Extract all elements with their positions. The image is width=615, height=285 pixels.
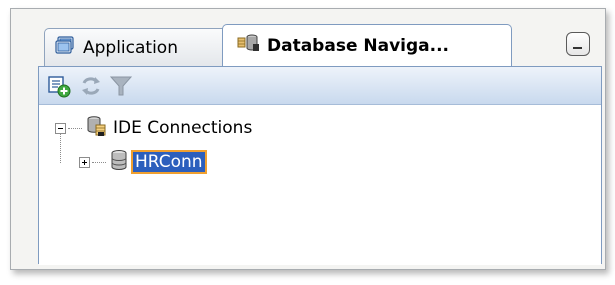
screenshot-stage: Application Database Naviga... IDE Conne…	[0, 0, 615, 285]
tree-connector	[68, 127, 82, 129]
tab-application-label: Application	[83, 37, 178, 58]
tab-database-navigator[interactable]: Database Naviga...	[222, 24, 512, 66]
database-navigator-panel: IDE Connections HRConn	[38, 66, 602, 265]
tab-database-navigator-label: Database Naviga...	[267, 35, 450, 56]
filter-button[interactable]	[109, 74, 133, 98]
tab-strip: Application Database Naviga...	[26, 24, 598, 66]
tree-connector	[92, 161, 106, 163]
collapse-toggle-icon[interactable]	[55, 122, 66, 134]
database-navigator-icon	[237, 33, 261, 58]
filter-icon	[109, 76, 133, 96]
new-connection-button[interactable]	[47, 74, 71, 98]
refresh-icon	[82, 77, 100, 95]
connections-tree: IDE Connections HRConn	[39, 105, 601, 265]
tree-label-ide-connections: IDE Connections	[113, 118, 253, 138]
application-icon	[55, 35, 77, 60]
minimize-button[interactable]	[566, 32, 590, 56]
tree-row-hrconn[interactable]: HRConn	[79, 149, 207, 176]
expand-toggle-icon[interactable]	[79, 156, 90, 168]
ide-connections-icon	[85, 115, 107, 142]
database-cylinder-icon	[109, 149, 129, 176]
refresh-button[interactable]	[79, 74, 103, 98]
tree-row-ide-connections[interactable]: IDE Connections	[55, 115, 252, 141]
new-connection-icon	[48, 76, 71, 98]
tree-label-hrconn: HRConn	[131, 150, 207, 174]
tab-application[interactable]: Application	[44, 28, 236, 66]
minimize-icon	[573, 47, 582, 49]
navigator-toolbar	[39, 67, 601, 105]
